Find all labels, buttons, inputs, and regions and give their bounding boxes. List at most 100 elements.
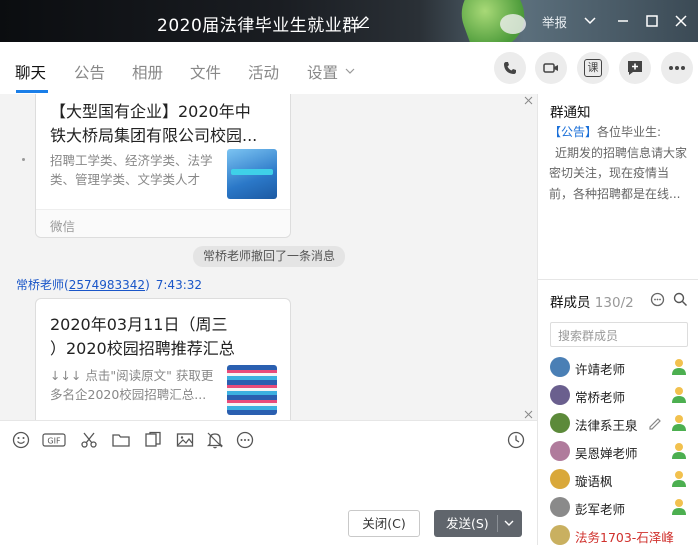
- member-role-icon: [672, 359, 686, 375]
- shared-article-card-2[interactable]: 2020年03月11日（周三 ）2020校园招聘推荐汇总 ↓↓↓ 点击"阅读原文…: [35, 298, 291, 420]
- notice-line3: 密切关注，现在疫情当: [549, 166, 670, 180]
- scroll-expand-icon[interactable]: [524, 410, 533, 419]
- title-bar: 2020届法律毕业生就业群 举报: [0, 0, 698, 42]
- article2-thumbnail: [227, 365, 277, 415]
- tab-chat[interactable]: 聊天: [15, 61, 46, 83]
- video-call-button[interactable]: [535, 52, 567, 84]
- card2-title-line1: 2020年03月11日（周三: [50, 315, 228, 334]
- scroll-collapse-icon[interactable]: [524, 96, 533, 105]
- member-name[interactable]: 许靖老师: [575, 359, 625, 378]
- tab-activity[interactable]: 活动: [248, 61, 279, 83]
- member-name[interactable]: 吴恩婵老师: [575, 443, 638, 462]
- composer-toolbar: GIF: [0, 420, 537, 458]
- sender-qq-link[interactable]: 2574983342: [69, 278, 145, 292]
- chevron-down-icon[interactable]: [583, 15, 597, 27]
- member-row[interactable]: 法律系王泉: [550, 412, 695, 434]
- member-row[interactable]: 璇语枫: [550, 468, 695, 490]
- card2-desc-line1: ↓↓↓ 点击"阅读原文" 获取更: [50, 368, 214, 383]
- edit-title-icon[interactable]: [356, 14, 370, 28]
- member-name[interactable]: 常桥老师: [575, 387, 625, 406]
- more-icon: [669, 66, 685, 70]
- close-icon[interactable]: [674, 14, 688, 28]
- member-manage-icon[interactable]: [650, 292, 665, 307]
- card-title-line2: 铁大桥局集团有限公司校园...: [50, 126, 258, 145]
- course-button[interactable]: 课: [577, 52, 609, 84]
- window-title: 2020届法律毕业生就业群: [157, 16, 360, 36]
- group-side-panel: 群通知 【公告】各位毕业生: 近期发的招聘信息请大家 密切关注，现在疫情当 前，…: [537, 94, 698, 545]
- edit-member-icon[interactable]: [648, 416, 662, 430]
- maximize-icon[interactable]: [645, 14, 659, 28]
- send-options-chevron-icon[interactable]: [504, 520, 514, 527]
- gallery-icon[interactable]: [144, 431, 162, 449]
- more-button[interactable]: [661, 52, 693, 84]
- message-time: 7:43:32: [155, 278, 203, 292]
- video-icon: [543, 63, 558, 73]
- avatar[interactable]: [550, 413, 570, 433]
- emoji-icon[interactable]: [12, 431, 30, 449]
- card2-desc-line2: 多名企2020校园招聘汇总...: [50, 387, 207, 402]
- members-title: 群成员: [550, 295, 591, 311]
- shared-article-card[interactable]: 【大型国有企业】2020年中 铁大桥局集团有限公司校园... 招聘工学类、经济学…: [35, 94, 291, 238]
- member-search-input[interactable]: 搜索群成员: [550, 322, 688, 347]
- settings-chevron-icon[interactable]: [345, 67, 355, 75]
- avatar[interactable]: [550, 525, 570, 545]
- card-source: 微信: [36, 209, 290, 237]
- members-header: 群成员 130/2: [550, 291, 634, 311]
- send-divider: [497, 515, 498, 532]
- history-clock-icon[interactable]: [507, 431, 525, 449]
- notice-title: 群通知: [550, 105, 591, 121]
- card-desc-line2: 类、管理学类、文学类人才: [50, 172, 201, 187]
- image-icon[interactable]: [176, 431, 194, 449]
- member-name[interactable]: 彭军老师: [575, 499, 625, 518]
- report-button[interactable]: 举报: [542, 12, 567, 30]
- tab-settings[interactable]: 设置: [307, 61, 338, 83]
- notice-content[interactable]: 【公告】各位毕业生: 近期发的招聘信息请大家 密切关注，现在疫情当 前，各种招聘…: [549, 122, 698, 204]
- voice-call-button[interactable]: [494, 52, 526, 84]
- notice-line4: 前，各种招聘都是在线...: [549, 186, 681, 201]
- member-name[interactable]: 法律系王泉: [575, 415, 638, 434]
- course-label: 课: [584, 59, 602, 77]
- avatar[interactable]: [550, 469, 570, 489]
- avatar[interactable]: [550, 357, 570, 377]
- folder-icon[interactable]: [111, 431, 131, 449]
- notice-line2: 近期发的招聘信息请大家: [555, 145, 688, 160]
- article-thumbnail: [227, 149, 277, 199]
- member-role-icon: [672, 415, 686, 431]
- more-options-icon[interactable]: [236, 431, 254, 449]
- notice-tag: 【公告】: [549, 125, 598, 139]
- chat-history[interactable]: 【大型国有企业】2020年中 铁大桥局集团有限公司校园... 招聘工学类、经济学…: [0, 94, 537, 420]
- notification-bell-icon[interactable]: [206, 431, 224, 449]
- notice-line1: 各位毕业生:: [597, 125, 662, 139]
- gif-icon[interactable]: GIF: [42, 431, 66, 449]
- member-name[interactable]: 璇语枫: [575, 471, 613, 490]
- tab-announcement[interactable]: 公告: [74, 61, 105, 83]
- avatar[interactable]: [550, 441, 570, 461]
- member-name[interactable]: 法务1703-石泽峰: [575, 527, 674, 545]
- member-row[interactable]: 吴恩婵老师: [550, 440, 695, 462]
- sender-name[interactable]: 常桥老师: [16, 278, 64, 292]
- card2-title-line2: ）2020校园招聘推荐汇总: [50, 339, 235, 358]
- card-desc-line1: 招聘工学类、经济学类、法学: [50, 153, 213, 168]
- add-message-button[interactable]: [619, 52, 651, 84]
- screenshot-scissors-icon[interactable]: [80, 431, 98, 449]
- recall-notice: 常桥老师撤回了一条消息: [193, 246, 346, 267]
- member-role-icon: [672, 471, 686, 487]
- member-row[interactable]: 彭军老师: [550, 496, 695, 518]
- phone-icon: [504, 62, 516, 74]
- member-row[interactable]: 常桥老师: [550, 384, 695, 406]
- panel-divider: [538, 279, 698, 280]
- member-row[interactable]: 法务1703-石泽峰: [550, 524, 695, 545]
- svg-text:GIF: GIF: [47, 437, 61, 446]
- send-label: 发送(S): [446, 516, 489, 531]
- close-button[interactable]: 关闭(C): [348, 510, 420, 537]
- minimize-icon[interactable]: [616, 14, 630, 28]
- tab-files[interactable]: 文件: [190, 61, 221, 83]
- message-sender: 常桥老师(2574983342) 7:43:32: [16, 278, 203, 292]
- send-button[interactable]: 发送(S): [434, 510, 522, 537]
- member-search-icon[interactable]: [673, 292, 688, 307]
- avatar[interactable]: [550, 497, 570, 517]
- avatar[interactable]: [550, 385, 570, 405]
- message-bullet: [22, 158, 25, 161]
- tab-album[interactable]: 相册: [132, 61, 163, 83]
- member-row[interactable]: 许靖老师: [550, 356, 695, 378]
